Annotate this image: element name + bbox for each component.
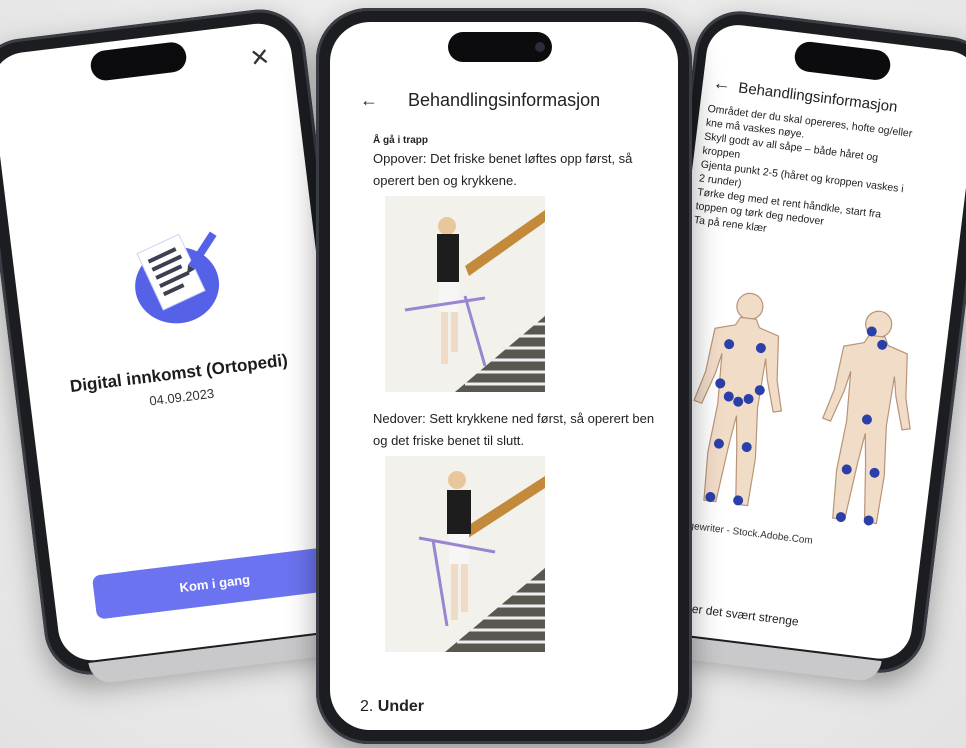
back-arrow-icon[interactable]: ←	[712, 72, 732, 95]
stairs-info-screen: ← Behandlingsinformasjon Å gå i trapp Op…	[330, 22, 678, 730]
section-subheading: Å gå i trapp	[373, 135, 429, 146]
start-button[interactable]: Kom i gang	[91, 546, 338, 620]
phone-center: ← Behandlingsinformasjon Å gå i trapp Op…	[316, 8, 692, 744]
camera-lens	[535, 42, 545, 52]
back-arrow-icon[interactable]: ←	[360, 90, 378, 111]
section-title: Under	[377, 698, 425, 715]
body-diagram	[693, 292, 911, 526]
close-icon[interactable]: ✕	[248, 42, 271, 73]
downward-instructions: Nedover: Sett krykkene ned først, så ope…	[373, 411, 655, 448]
document-illustration-icon	[135, 231, 220, 324]
stairs-up-photo	[385, 196, 545, 392]
stairs-down-photo	[385, 456, 545, 652]
intake-screen: ✕ Digital innkomst (Ortopedi) 04.09.2023…	[0, 19, 363, 665]
instruction-list: Området der du skal opereres, hofte og/e…	[693, 102, 966, 261]
screen-title: Behandlingsinformasjon	[408, 90, 601, 110]
section-number: 2.	[360, 698, 374, 715]
upward-instructions: Oppover: Det friske benet løftes opp før…	[373, 151, 633, 188]
section-heading: 2. Under	[360, 698, 424, 716]
